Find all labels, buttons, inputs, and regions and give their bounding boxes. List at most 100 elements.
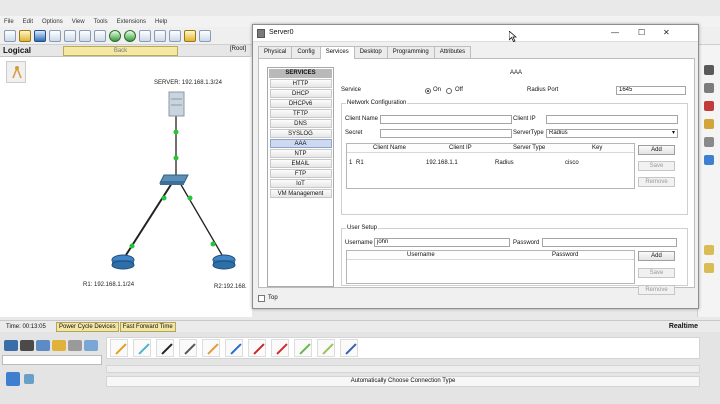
resize-tool-icon[interactable] (704, 119, 714, 129)
save-user-button[interactable]: Save (638, 268, 675, 278)
phone-cable-icon[interactable] (225, 339, 243, 357)
save-client-button[interactable]: Save (638, 161, 675, 171)
zoom-out-icon[interactable] (169, 29, 181, 42)
save-icon[interactable] (34, 29, 46, 42)
drawing-palette-icon[interactable] (184, 29, 196, 42)
console-cable-icon[interactable] (133, 339, 151, 357)
coaxial-cable-icon[interactable] (248, 339, 266, 357)
components-icon[interactable] (36, 340, 50, 351)
router-r1-icon[interactable] (111, 254, 135, 270)
radius-port-field[interactable]: 1645 (616, 86, 686, 95)
service-iot[interactable]: IoT (269, 179, 332, 188)
service-dhcpv6[interactable]: DHCPv6 (269, 99, 332, 108)
service-off-radio[interactable] (446, 88, 452, 94)
service-http[interactable]: HTTP (269, 79, 332, 88)
realtime-mode-label[interactable]: Realtime (669, 323, 698, 330)
draw-shape-icon[interactable] (704, 155, 714, 165)
network-devices-icon[interactable] (4, 340, 18, 351)
menu-tools[interactable]: Tools (94, 19, 108, 25)
router-r2-icon[interactable] (212, 254, 236, 270)
switch-icon[interactable] (159, 174, 189, 185)
top-checkbox[interactable] (258, 295, 265, 302)
copy-icon[interactable] (79, 29, 91, 42)
service-ntp[interactable]: NTP (269, 149, 332, 158)
service-vm-management[interactable]: VM Management (269, 189, 332, 198)
dialog-title-bar[interactable]: Server0 — ☐ ✕ (253, 25, 698, 42)
username-field[interactable]: john (374, 238, 510, 247)
auto-connection-icon[interactable] (6, 372, 20, 386)
menu-view[interactable]: View (72, 19, 85, 25)
remove-client-button[interactable]: Remove (638, 177, 675, 187)
add-client-button[interactable]: Add (638, 145, 675, 155)
menu-extensions[interactable]: Extensions (117, 19, 146, 25)
device-search-field[interactable] (2, 355, 102, 365)
tab-attributes[interactable]: Attributes (433, 46, 472, 58)
serial-dce-cable-icon[interactable] (271, 339, 289, 357)
connection-scrollbar[interactable] (106, 365, 700, 373)
tab-physical[interactable]: Physical (258, 46, 293, 58)
service-tftp[interactable]: TFTP (269, 109, 332, 118)
print-icon[interactable] (49, 29, 61, 42)
root-label[interactable]: [Root] (230, 46, 246, 52)
service-syslog[interactable]: SYSLOG (269, 129, 332, 138)
straight-through-cable-icon[interactable] (156, 339, 174, 357)
power-cycle-button[interactable]: Power Cycle Devices (56, 321, 119, 332)
select-tool-icon[interactable] (704, 65, 714, 75)
inspect-tool-icon[interactable] (704, 83, 714, 93)
add-user-button[interactable]: Add (638, 251, 675, 261)
menu-options[interactable]: Options (42, 19, 63, 25)
zoom-in-icon[interactable] (139, 29, 151, 42)
multiuser-icon[interactable] (84, 340, 98, 351)
service-dns[interactable]: DNS (269, 119, 332, 128)
service-email[interactable]: EMAIL (269, 159, 332, 168)
connection-grid-icon[interactable] (24, 374, 34, 384)
client-ip-field[interactable] (546, 115, 678, 124)
minimize-icon[interactable]: — (611, 28, 619, 37)
custom-devices-icon[interactable] (199, 29, 211, 42)
client-name-field[interactable] (380, 115, 512, 124)
auto-connection-cable-icon[interactable] (110, 339, 128, 357)
server-icon[interactable] (168, 91, 185, 117)
usb-cable-icon[interactable] (340, 339, 358, 357)
connections-icon[interactable] (52, 340, 66, 351)
undo-icon[interactable] (109, 29, 121, 42)
serial-dte-cable-icon[interactable] (294, 339, 312, 357)
menu-file[interactable]: File (4, 19, 14, 25)
server-type-select[interactable]: Radius ▾ (546, 129, 678, 138)
col-client-name: Client Name (373, 145, 407, 151)
fast-forward-button[interactable]: Fast Forward Time (119, 321, 176, 332)
redo-icon[interactable] (124, 29, 136, 42)
secret-field[interactable] (380, 129, 512, 138)
back-button[interactable]: Back (63, 46, 178, 56)
misc-icon[interactable] (68, 340, 82, 351)
zoom-reset-icon[interactable] (154, 29, 166, 42)
tab-desktop[interactable]: Desktop (353, 46, 388, 58)
service-on-radio[interactable] (425, 88, 431, 94)
crossover-cable-icon[interactable] (179, 339, 197, 357)
tab-config[interactable]: Config (291, 46, 321, 58)
menu-edit[interactable]: Edit (23, 19, 33, 25)
octal-cable-icon[interactable] (317, 339, 335, 357)
new-file-icon[interactable] (4, 29, 16, 42)
tab-services[interactable]: Services (319, 46, 355, 59)
close-icon[interactable]: ✕ (663, 28, 670, 37)
paste-icon[interactable] (94, 29, 106, 42)
service-dhcp[interactable]: DHCP (269, 89, 332, 98)
place-note-icon[interactable] (704, 137, 714, 147)
delete-tool-icon[interactable] (704, 101, 714, 111)
menu-help[interactable]: Help (155, 19, 167, 25)
remove-user-button[interactable]: Remove (638, 285, 675, 295)
add-complex-pdu-icon[interactable] (704, 263, 714, 273)
open-folder-icon[interactable] (19, 29, 31, 42)
maximize-icon[interactable]: ☐ (638, 28, 645, 37)
fiber-cable-icon[interactable] (202, 339, 220, 357)
activity-wizard-icon[interactable] (64, 29, 76, 42)
add-pdu-icon[interactable] (704, 245, 714, 255)
end-devices-icon[interactable] (20, 340, 34, 351)
switch-r2-link[interactable] (179, 182, 223, 256)
service-ftp[interactable]: FTP (269, 169, 332, 178)
logical-view-label[interactable]: Logical (0, 46, 60, 55)
password-field[interactable] (542, 238, 677, 247)
tab-programming[interactable]: Programming (386, 46, 435, 58)
service-aaa[interactable]: AAA (269, 139, 332, 148)
